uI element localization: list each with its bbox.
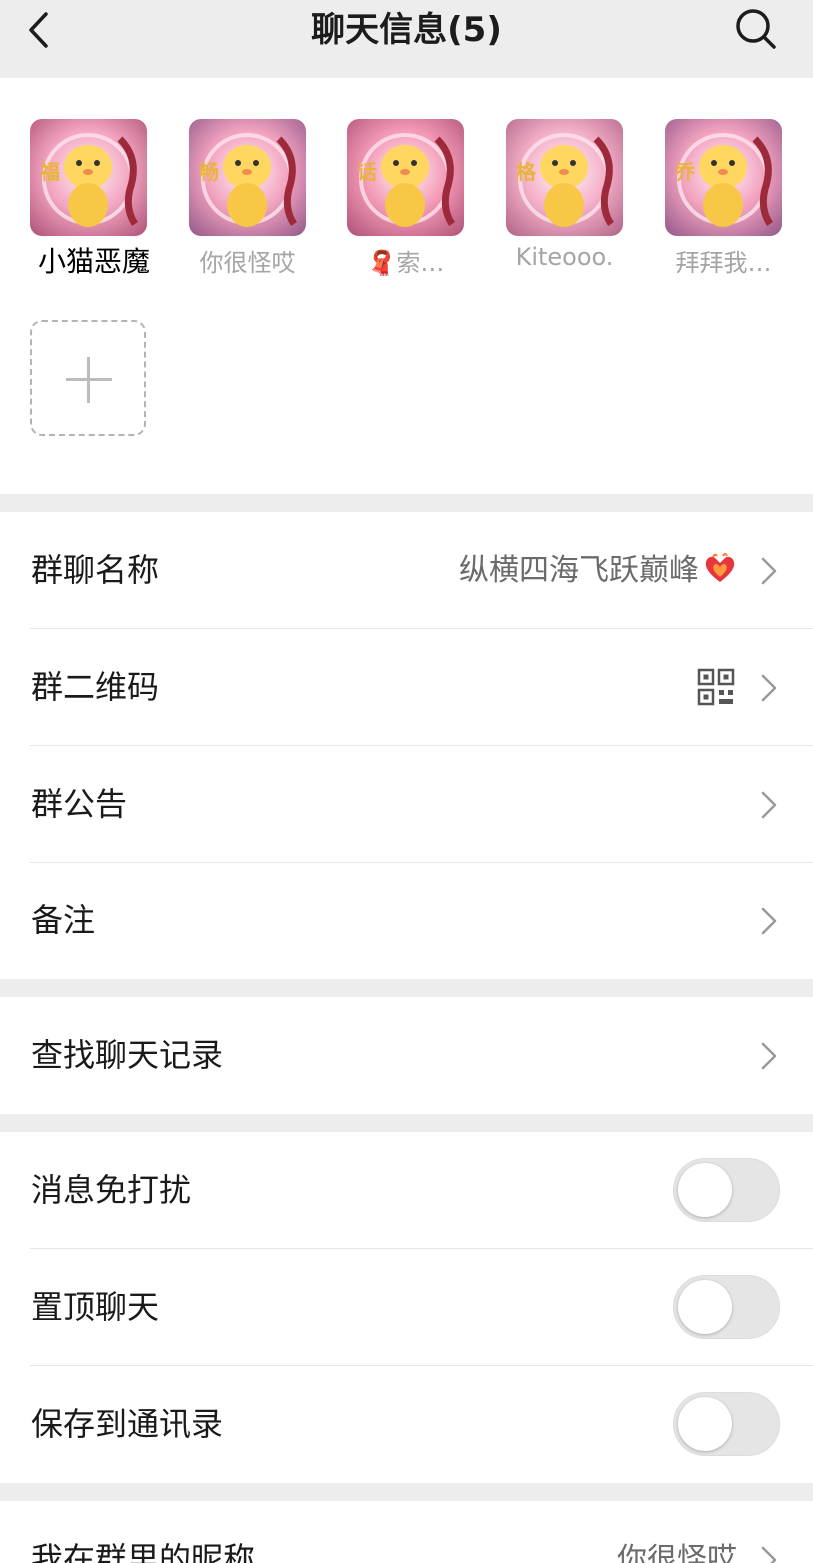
- chevron-right-icon: [761, 791, 777, 819]
- search-history-label: 查找聊天记录: [31, 1036, 224, 1074]
- member-item[interactable]: 乔 拜拜我…: [665, 119, 795, 289]
- group-settings-section: 群聊名称 纵横四海飞跃巅峰 群二维码 群公告 备注: [0, 512, 813, 979]
- avatar[interactable]: 话: [347, 119, 464, 236]
- add-member-button[interactable]: [30, 320, 146, 436]
- avatar-text: 乔: [674, 160, 696, 184]
- group-qr-label: 群二维码: [31, 668, 160, 706]
- group-name-label: 群聊名称: [31, 551, 160, 589]
- nickname-section: 我在群里的昵称 你很怪哎: [0, 1501, 813, 1563]
- member-name: 🧣索…: [366, 249, 445, 277]
- my-nickname-row[interactable]: 我在群里的昵称 你很怪哎: [0, 1501, 813, 1563]
- page-title: 聊天信息(5): [311, 10, 502, 50]
- search-button[interactable]: [730, 6, 780, 52]
- chevron-right-icon: [761, 557, 777, 585]
- mute-label: 消息免打扰: [31, 1171, 192, 1209]
- search-history-row[interactable]: 查找聊天记录: [0, 997, 813, 1114]
- avatar[interactable]: 畅: [189, 119, 306, 236]
- heart-fire-icon: [705, 553, 735, 582]
- my-nickname-value: 你很怪哎: [617, 1542, 737, 1563]
- announcement-label: 群公告: [31, 785, 128, 823]
- pin-label: 置顶聊天: [31, 1288, 160, 1326]
- chevron-right-icon: [761, 674, 777, 702]
- chevron-right-icon: [761, 907, 777, 935]
- mute-toggle[interactable]: [673, 1158, 780, 1222]
- member-name: 拜拜我…: [675, 249, 772, 277]
- chevron-right-icon: [761, 1042, 777, 1070]
- member-item[interactable]: 格 Kiteooo.: [506, 119, 636, 289]
- avatar-text: 畅: [199, 160, 219, 184]
- avatar[interactable]: 格: [506, 119, 623, 236]
- member-name: 你很怪哎: [199, 249, 296, 277]
- announcement-row[interactable]: 群公告: [0, 746, 813, 863]
- toggles-section: 消息免打扰 置顶聊天 保存到通讯录: [0, 1132, 813, 1483]
- top-bar: 聊天信息(5): [0, 0, 813, 78]
- remark-row[interactable]: 备注: [0, 862, 813, 979]
- member-name: 小猫恶魔: [37, 245, 150, 278]
- search-section: 查找聊天记录: [0, 997, 813, 1114]
- member-item[interactable]: 畅 你很怪哎: [189, 119, 319, 289]
- group-name-row[interactable]: 群聊名称 纵横四海飞跃巅峰: [0, 512, 813, 629]
- avatar[interactable]: 福: [30, 119, 147, 236]
- group-qr-row[interactable]: 群二维码: [0, 629, 813, 746]
- pin-row: 置顶聊天: [0, 1249, 813, 1366]
- toggle-knob: [678, 1163, 732, 1217]
- save-contacts-row: 保存到通讯录: [0, 1366, 813, 1483]
- remark-label: 备注: [31, 901, 96, 939]
- toggle-knob: [678, 1280, 732, 1334]
- pin-toggle[interactable]: [673, 1275, 780, 1339]
- toggle-knob: [678, 1397, 732, 1451]
- chevron-right-icon: [761, 1546, 777, 1563]
- save-contacts-toggle[interactable]: [673, 1392, 780, 1456]
- search-icon: [736, 9, 776, 49]
- avatar-text: 话: [357, 160, 377, 184]
- save-contacts-label: 保存到通讯录: [31, 1405, 224, 1443]
- member-name: Kiteooo.: [515, 243, 614, 271]
- member-grid: 福 小猫恶魔 畅 你很怪哎 话 🧣索… 格 Kiteooo. 乔 拜拜我…: [0, 78, 813, 494]
- avatar[interactable]: 乔: [665, 119, 782, 236]
- avatar-text: 格: [516, 160, 537, 184]
- avatar-text: 福: [39, 160, 60, 184]
- member-item[interactable]: 话 🧣索…: [347, 119, 477, 289]
- plus-icon: [87, 357, 90, 403]
- member-item[interactable]: 福 小猫恶魔: [30, 119, 160, 289]
- group-name-value: 纵横四海飞跃巅峰: [459, 512, 737, 629]
- qr-code-icon: [697, 668, 735, 706]
- mute-row: 消息免打扰: [0, 1132, 813, 1249]
- my-nickname-label: 我在群里的昵称: [31, 1540, 256, 1563]
